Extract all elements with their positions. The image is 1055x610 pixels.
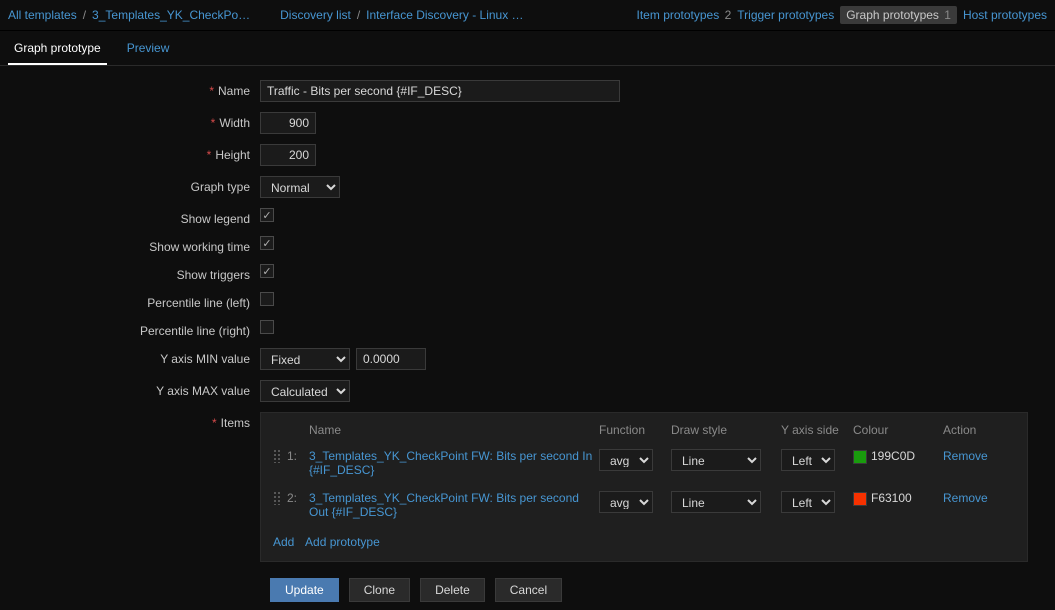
label-show-triggers: Show triggers [8,264,260,282]
label-name: Name [218,84,250,98]
button-row: Update Clone Delete Cancel [270,578,1047,602]
add-prototype-link[interactable]: Add prototype [305,535,380,549]
label-show-legend: Show legend [8,208,260,226]
crumb-all-templates[interactable]: All templates [8,8,77,22]
label-y-min: Y axis MIN value [8,348,260,366]
add-item-link[interactable]: Add [273,535,294,549]
height-input[interactable] [260,144,316,166]
nav-host-prototypes[interactable]: Host prototypes [963,8,1047,22]
crumb-rule[interactable]: Interface Discovery - Linux … [366,8,523,22]
label-items: Items [221,416,250,430]
y-min-mode-select[interactable]: Fixed [260,348,350,370]
show-legend-checkbox[interactable]: ✓ [260,208,274,222]
color-hex: F63100 [871,491,912,505]
item-axis-select[interactable]: Left [781,491,835,513]
color-hex: 199C0D [871,449,915,463]
crumb-sep: / [357,8,360,22]
item-index: 2: [287,487,309,529]
crumb-discovery-list[interactable]: Discovery list [280,8,351,22]
delete-button[interactable]: Delete [420,578,485,602]
nav-trigger-prototypes[interactable]: Trigger prototypes [737,8,834,22]
item-function-select[interactable]: avg [599,491,653,513]
drag-handle-icon[interactable] [273,491,281,505]
tabs: Graph prototype Preview [0,31,1055,66]
color-swatch[interactable] [853,492,867,506]
label-height: Height [215,148,250,162]
crumb-sep: / [83,8,86,22]
tab-preview[interactable]: Preview [121,37,176,65]
items-hdr-function: Function [599,423,671,445]
label-show-working-time: Show working time [8,236,260,254]
label-width: Width [219,116,250,130]
percentile-left-checkbox[interactable] [260,292,274,306]
label-percentile-right: Percentile line (right) [8,320,260,338]
drag-handle-icon[interactable] [273,449,281,463]
proto-nav: Item prototypes 2 Trigger prototypes Gra… [637,6,1047,24]
item-name-link[interactable]: 3_Templates_YK_CheckPoint FW: Bits per s… [309,449,592,477]
item-name-link[interactable]: 3_Templates_YK_CheckPoint FW: Bits per s… [309,491,579,519]
tab-graph-prototype[interactable]: Graph prototype [8,37,107,65]
items-hdr-colour: Colour [853,423,943,445]
item-draw-select[interactable]: Line [671,449,761,471]
y-max-mode-select[interactable]: Calculated [260,380,350,402]
y-min-value-input[interactable] [356,348,426,370]
show-triggers-checkbox[interactable]: ✓ [260,264,274,278]
label-percentile-left: Percentile line (left) [8,292,260,310]
crumb-template[interactable]: 3_Templates_YK_CheckPo… [92,8,250,22]
update-button[interactable]: Update [270,578,339,602]
label-graph-type: Graph type [8,176,260,194]
remove-item-link[interactable]: Remove [943,449,988,463]
graph-type-select[interactable]: Normal [260,176,340,198]
item-index: 1: [287,445,309,487]
color-swatch[interactable] [853,450,867,464]
graph-form: *Name *Width *Height Graph type Normal S… [0,66,1055,610]
items-hdr-axis: Y axis side [781,423,853,445]
item-function-select[interactable]: avg [599,449,653,471]
item-draw-select[interactable]: Line [671,491,761,513]
item-axis-select[interactable]: Left [781,449,835,471]
items-hdr-action: Action [943,423,1015,445]
label-y-max: Y axis MAX value [8,380,260,398]
nav-graph-prototypes-active[interactable]: Graph prototypes 1 [840,6,957,24]
show-working-time-checkbox[interactable]: ✓ [260,236,274,250]
table-row: 2:3_Templates_YK_CheckPoint FW: Bits per… [273,487,1015,529]
items-table-wrap: Name Function Draw style Y axis side Col… [260,412,1028,562]
clone-button[interactable]: Clone [349,578,410,602]
remove-item-link[interactable]: Remove [943,491,988,505]
table-row: 1:3_Templates_YK_CheckPoint FW: Bits per… [273,445,1015,487]
cancel-button[interactable]: Cancel [495,578,562,602]
width-input[interactable] [260,112,316,134]
name-input[interactable] [260,80,620,102]
items-hdr-name: Name [309,423,599,445]
items-table: Name Function Draw style Y axis side Col… [273,423,1015,529]
nav-item-prototypes[interactable]: Item prototypes [637,8,720,22]
percentile-right-checkbox[interactable] [260,320,274,334]
nav-item-prototypes-count: 2 [725,8,732,22]
breadcrumb: All templates / 3_Templates_YK_CheckPo… … [0,0,1055,31]
items-hdr-draw: Draw style [671,423,781,445]
